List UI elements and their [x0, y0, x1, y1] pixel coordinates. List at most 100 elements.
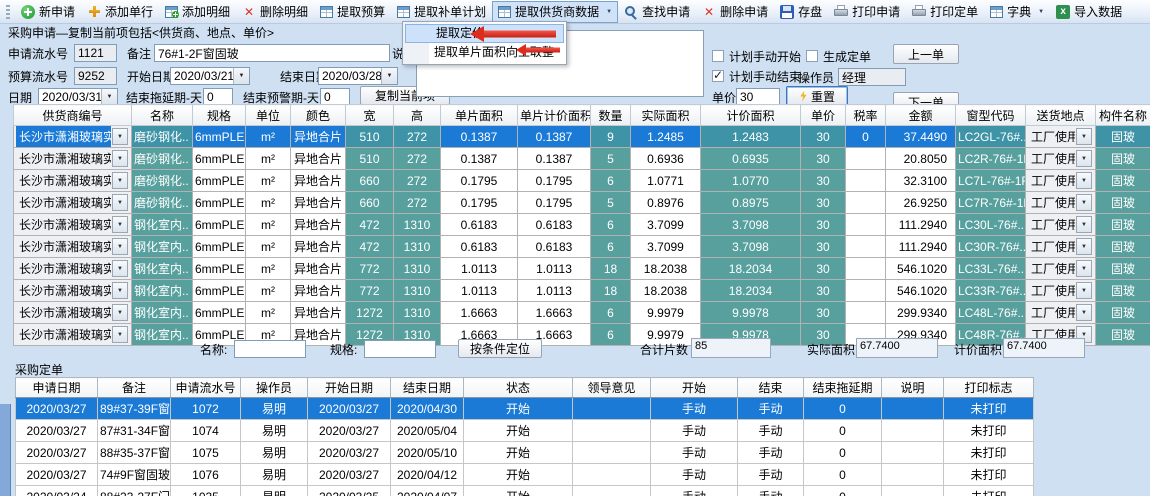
remark-input[interactable]: [154, 44, 390, 62]
chevron-down-icon[interactable]: ▼: [1038, 9, 1044, 15]
items-cell[interactable]: 6mmPLE...: [193, 170, 246, 192]
items-cell[interactable]: [846, 280, 886, 302]
items-cell[interactable]: 30: [801, 214, 846, 236]
filter-name-input[interactable]: [234, 340, 306, 358]
chevron-down-icon[interactable]: ▼: [112, 128, 128, 145]
items-cell[interactable]: 6mmPLE...: [193, 148, 246, 170]
orders-cell[interactable]: 未打印: [944, 486, 1034, 496]
items-cell[interactable]: 0.6935: [701, 148, 801, 170]
items-cell[interactable]: 5: [591, 148, 631, 170]
orders-cell[interactable]: 0: [804, 398, 882, 420]
items-cell[interactable]: 固玻: [1096, 148, 1150, 170]
orders-cell[interactable]: 2020/03/27: [16, 420, 98, 442]
items-cell[interactable]: 1.6663: [441, 302, 518, 324]
items-cell[interactable]: 30: [801, 258, 846, 280]
orders-cell[interactable]: 2020/03/25: [308, 486, 391, 496]
orders-cell[interactable]: [882, 398, 944, 420]
items-cell-combo[interactable]: 长沙市潇湘玻璃实...▼: [14, 302, 132, 324]
items-cell[interactable]: 772: [346, 258, 394, 280]
items-cell[interactable]: 1310: [394, 236, 441, 258]
orders-cell[interactable]: 易明: [241, 398, 308, 420]
items-cell[interactable]: 固玻: [1096, 280, 1150, 302]
items-cell[interactable]: 6: [591, 214, 631, 236]
items-cell-combo[interactable]: 长沙市潇湘玻璃实...▼: [14, 192, 132, 214]
items-cell[interactable]: 510: [346, 148, 394, 170]
items-cell[interactable]: 0.1795: [518, 170, 591, 192]
items-cell[interactable]: LC33R-76#...: [956, 280, 1026, 302]
orders-cell[interactable]: 未打印: [944, 442, 1034, 464]
orders-cell[interactable]: 开始: [464, 486, 573, 496]
items-cell[interactable]: 26.9250: [886, 192, 956, 214]
items-cell[interactable]: 异地合片: [291, 280, 346, 302]
toolbar-grip[interactable]: [6, 5, 10, 19]
items-cell[interactable]: 钢化室内..: [132, 324, 193, 346]
chevron-down-icon[interactable]: ▼: [1076, 304, 1092, 321]
toolbar-button-search[interactable]: 查找申请: [618, 1, 696, 23]
items-cell[interactable]: 固玻: [1096, 302, 1150, 324]
items-cell[interactable]: 272: [394, 148, 441, 170]
chevron-down-icon[interactable]: ▼: [112, 326, 128, 343]
items-cell[interactable]: 30: [801, 236, 846, 258]
chevron-down-icon[interactable]: ▼: [1076, 194, 1092, 211]
items-cell-combo[interactable]: 工厂使用▼: [1026, 148, 1096, 170]
items-cell[interactable]: 异地合片: [291, 258, 346, 280]
items-cell[interactable]: 18: [591, 280, 631, 302]
items-cell[interactable]: 固玻: [1096, 126, 1150, 148]
orders-cell[interactable]: 2020/03/27: [16, 398, 98, 420]
items-cell-combo[interactable]: 长沙市潇湘玻璃实...▼: [14, 236, 132, 258]
items-cell[interactable]: 472: [346, 214, 394, 236]
items-cell[interactable]: 5: [591, 192, 631, 214]
items-cell[interactable]: 1.2485: [631, 126, 701, 148]
items-cell-combo[interactable]: 工厂使用▼: [1026, 214, 1096, 236]
items-row[interactable]: 长沙市潇湘玻璃实...▼钢化室内..6mmPLE...m²异地合片1272131…: [14, 302, 1150, 324]
orders-cell[interactable]: [882, 420, 944, 442]
operator-input[interactable]: [838, 68, 906, 86]
chevron-down-icon[interactable]: ▼: [381, 68, 397, 84]
orders-cell[interactable]: 2020/04/07: [391, 486, 464, 496]
orders-cell[interactable]: 易明: [241, 486, 308, 496]
orders-row[interactable]: 2020/03/2787#31-34F窗固玻1074易明2020/03/2720…: [16, 420, 1034, 442]
items-cell[interactable]: 30: [801, 126, 846, 148]
items-cell-combo[interactable]: 长沙市潇湘玻璃实...▼: [14, 126, 132, 148]
chevron-down-icon[interactable]: ▼: [112, 304, 128, 321]
items-cell[interactable]: 6mmPLE...: [193, 214, 246, 236]
orders-cell[interactable]: 手动: [651, 486, 738, 496]
items-cell[interactable]: 异地合片: [291, 214, 346, 236]
chevron-down-icon[interactable]: ▼: [112, 282, 128, 299]
items-cell[interactable]: m²: [246, 258, 291, 280]
items-cell[interactable]: 9: [591, 126, 631, 148]
chevron-down-icon[interactable]: ▼: [233, 68, 249, 84]
items-cell[interactable]: 30: [801, 170, 846, 192]
items-cell[interactable]: m²: [246, 214, 291, 236]
toolbar-button-extract-budget[interactable]: 提取预算: [314, 1, 391, 23]
orders-cell[interactable]: 手动: [738, 420, 804, 442]
items-row[interactable]: 长沙市潇湘玻璃实...▼磨砂钢化..6mmPLE...m²异地合片6602720…: [14, 170, 1150, 192]
items-cell[interactable]: 1310: [394, 214, 441, 236]
chevron-down-icon[interactable]: ▼: [1076, 128, 1092, 145]
orders-cell[interactable]: 2020/04/30: [391, 398, 464, 420]
items-cell[interactable]: 磨砂钢化..: [132, 170, 193, 192]
items-cell[interactable]: LC7R-76#-1FO: [956, 192, 1026, 214]
start-date-picker[interactable]: 2020/03/21 ▼: [170, 67, 250, 85]
items-cell[interactable]: 30: [801, 302, 846, 324]
orders-cell[interactable]: 手动: [738, 464, 804, 486]
items-cell[interactable]: 磨砂钢化..: [132, 126, 193, 148]
items-cell[interactable]: [846, 258, 886, 280]
orders-cell[interactable]: 2020/03/27: [308, 464, 391, 486]
items-cell[interactable]: 异地合片: [291, 192, 346, 214]
toolbar-button-print-request[interactable]: 打印申请: [828, 1, 906, 23]
chevron-down-icon[interactable]: ▼: [112, 216, 128, 233]
orders-cell[interactable]: [882, 442, 944, 464]
items-cell[interactable]: 6mmPLE...: [193, 126, 246, 148]
items-cell[interactable]: 0.1387: [441, 126, 518, 148]
orders-cell[interactable]: [882, 486, 944, 496]
items-cell[interactable]: 0.6183: [441, 214, 518, 236]
locate-by-condition-button[interactable]: 按条件定位: [458, 339, 542, 358]
orders-cell[interactable]: 手动: [651, 442, 738, 464]
orders-cell[interactable]: 1074: [171, 420, 241, 442]
items-cell[interactable]: 20.8050: [886, 148, 956, 170]
items-cell[interactable]: 固玻: [1096, 258, 1150, 280]
items-cell[interactable]: 6: [591, 170, 631, 192]
chevron-down-icon[interactable]: ▼: [112, 260, 128, 277]
chevron-down-icon[interactable]: ▼: [1076, 260, 1092, 277]
